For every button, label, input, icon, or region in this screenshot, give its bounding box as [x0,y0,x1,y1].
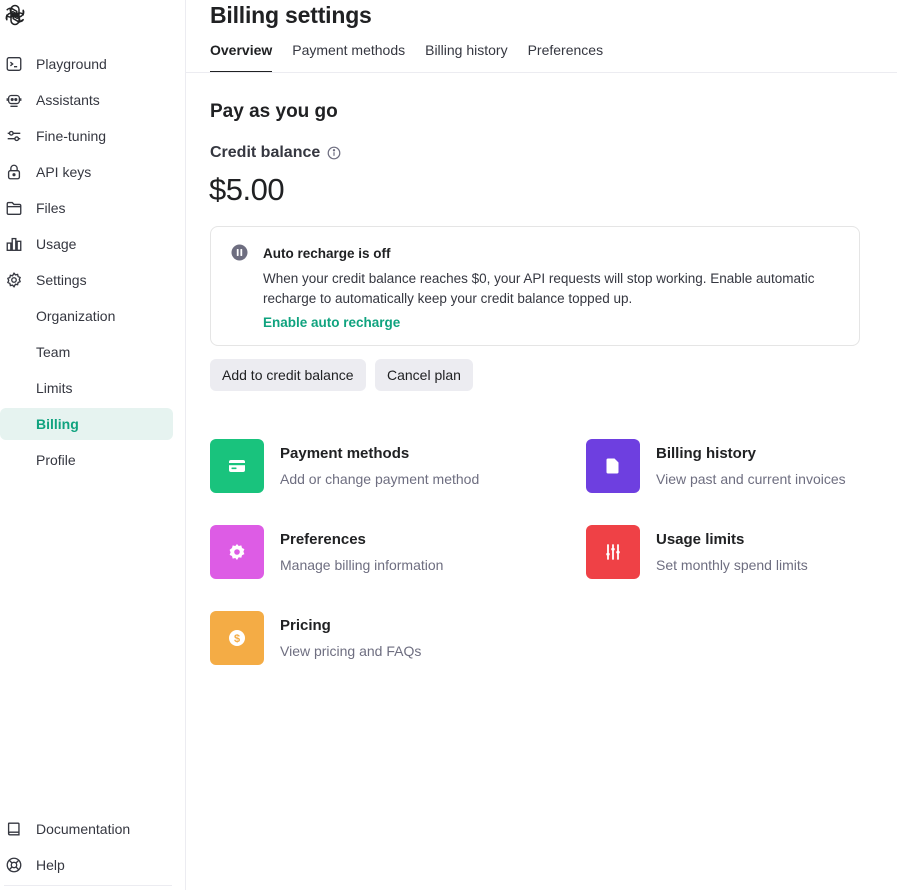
tile-description: Add or change payment method [280,471,480,487]
credit-card-icon [210,439,264,493]
sidebar-item-api-keys[interactable]: API keys [0,156,173,188]
plan-title: Pay as you go [210,101,338,122]
sidebar-item-label: Settings [36,272,87,288]
sidebar-item-label: Billing [36,416,79,432]
lock-icon [4,162,24,182]
lifebuoy-icon [4,855,24,875]
sliders-icon [586,525,640,579]
credit-balance-label: Credit balance [210,144,341,162]
sidebar-item-usage[interactable]: Usage [0,228,173,260]
sidebar-item-files[interactable]: Files [0,192,173,224]
divider [4,885,172,886]
tile-title: Preferences [280,531,366,548]
preferences-tile[interactable]: Preferences Manage billing information [210,525,510,581]
tile-description: Set monthly spend limits [656,557,808,573]
credit-balance-label-text: Credit balance [210,144,321,161]
tune-icon [4,126,24,146]
svg-text:$: $ [234,633,240,645]
tile-description: Manage billing information [280,557,444,573]
tile-title: Usage limits [656,531,745,548]
tile-title: Payment methods [280,445,410,462]
sidebar-item-profile[interactable]: Profile [0,444,173,476]
pause-icon [231,244,248,261]
sidebar-item-billing[interactable]: Billing [0,408,173,440]
folder-icon [4,198,24,218]
openai-logo-icon[interactable] [3,3,27,27]
usage-limits-tile[interactable]: Usage limits Set monthly spend limits [586,525,886,581]
enable-auto-recharge-link[interactable]: Enable auto recharge [263,315,400,330]
tile-title: Billing history [656,445,757,462]
auto-recharge-description: When your credit balance reaches $0, you… [263,271,815,306]
header-divider [186,72,897,73]
pricing-tile[interactable]: $ Pricing View pricing and FAQs [210,611,510,667]
billing-history-tile[interactable]: Billing history View past and current in… [586,439,886,495]
sidebar-item-label: Documentation [36,821,131,837]
tab-preferences[interactable]: Preferences [528,42,603,73]
sidebar-item-label: Profile [36,452,76,468]
payment-methods-tile[interactable]: Payment methods Add or change payment me… [210,439,510,495]
page-title: Billing settings [210,2,372,28]
sidebar-item-label: Limits [36,380,73,396]
sidebar-item-label: Assistants [36,92,100,108]
sidebar-item-assistants[interactable]: Assistants [0,84,173,116]
tab-overview[interactable]: Overview [210,42,273,73]
sidebar-item-settings[interactable]: Settings [0,264,173,296]
sidebar-item-help[interactable]: Help [0,849,173,881]
tile-description: View pricing and FAQs [280,643,422,659]
sidebar-item-organization[interactable]: Organization [0,300,173,332]
sidebar-item-label: Organization [36,308,116,324]
gear-icon [4,270,24,290]
bar-chart-icon [4,234,24,254]
sidebar-item-documentation[interactable]: Documentation [0,813,173,845]
tile-title: Pricing [280,617,331,634]
sidebar-item-label: Playground [36,56,107,72]
sidebar-item-label: Files [36,200,66,216]
tile-description: View past and current invoices [656,471,846,487]
dollar-coin-icon: $ [210,611,264,665]
sidebar-item-limits[interactable]: Limits [0,372,173,404]
credit-balance-amount: $5.00 [209,172,285,207]
sidebar: Playground Assistants Fine-tuning API ke… [0,0,186,890]
book-icon [4,819,24,839]
sidebar-item-team[interactable]: Team [0,336,173,368]
sidebar-item-playground[interactable]: Playground [0,48,173,80]
tab-payment-methods[interactable]: Payment methods [292,42,405,73]
sidebar-item-label: Fine-tuning [36,128,107,144]
robot-icon [4,90,24,110]
document-icon [586,439,640,493]
info-icon[interactable] [327,146,341,160]
tab-bar: Overview Payment methods Billing history… [210,42,623,73]
auto-recharge-title: Auto recharge is off [263,246,391,261]
tab-billing-history[interactable]: Billing history [425,42,507,73]
cancel-plan-button[interactable]: Cancel plan [375,359,473,391]
sidebar-item-label: Help [36,857,65,873]
sidebar-item-label: API keys [36,164,92,180]
terminal-icon [4,54,24,74]
auto-recharge-card: Auto recharge is off When your credit ba… [210,226,860,346]
gear-icon [210,525,264,579]
sidebar-item-label: Team [36,344,71,360]
add-to-credit-balance-button[interactable]: Add to credit balance [210,359,366,391]
sidebar-item-fine-tuning[interactable]: Fine-tuning [0,120,173,152]
sidebar-item-label: Usage [36,236,77,252]
